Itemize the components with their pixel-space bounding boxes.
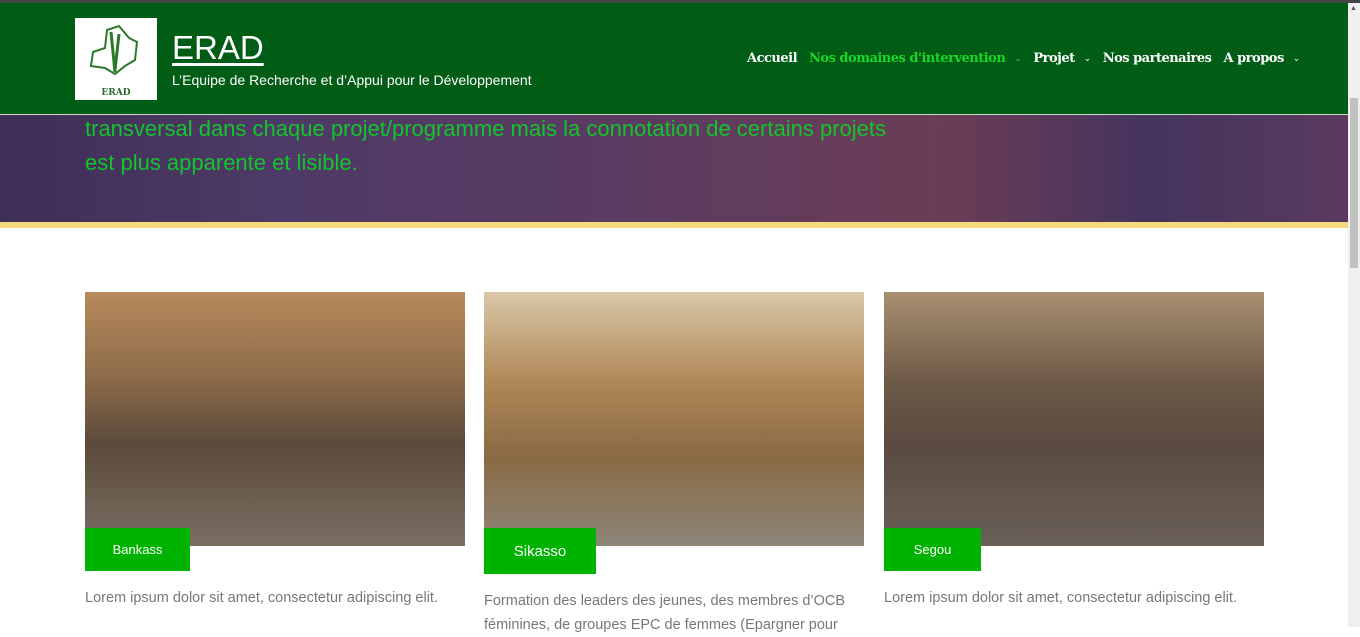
scrollbar-thumb[interactable] [1350, 98, 1358, 268]
logo-text: ERAD [101, 88, 131, 98]
scroll-up-icon[interactable]: ▲ [1350, 5, 1357, 12]
card-photo [884, 292, 1264, 546]
nav-label: Nos partenaires [1102, 51, 1212, 66]
map-logo-icon [89, 24, 139, 76]
nav-apropos[interactable]: A propos ⌄ [1223, 51, 1301, 66]
card-bankass[interactable] [85, 292, 465, 546]
nav-partenaires[interactable]: Nos partenaires [1103, 51, 1212, 66]
nav-label: Projet [1033, 51, 1075, 66]
card-photo [85, 292, 465, 546]
card-description: Formation des leaders des jeunes, des me… [484, 593, 846, 633]
site-title[interactable]: ERAD [172, 29, 264, 67]
chevron-down-icon: ⌄ [1083, 53, 1092, 64]
site-header: ERAD ERAD L’Equipe de Recherche et d’App… [0, 3, 1348, 115]
card-label[interactable]: Segou [884, 528, 981, 571]
nav-label: Nos domaines d'intervention [809, 51, 1006, 66]
nav-label: Accueil [747, 51, 798, 66]
card-label[interactable]: Bankass [85, 528, 190, 571]
site-logo[interactable]: ERAD [75, 18, 157, 100]
card-description: Lorem ipsum dolor sit amet, consectetur … [85, 590, 438, 606]
hero-text: transversal dans chaque projet/programme… [85, 116, 886, 175]
nav-accueil[interactable]: Accueil [747, 51, 798, 66]
hero-banner: transversal dans chaque projet/programme… [0, 115, 1348, 222]
hero-divider [0, 222, 1348, 228]
card-photo [484, 292, 864, 546]
card-label[interactable]: Sikasso [484, 528, 596, 574]
scrollbar[interactable]: ▲ [1348, 3, 1360, 627]
nav-domaines[interactable]: Nos domaines d'intervention ⌄ [809, 51, 1022, 66]
card-description: Lorem ipsum dolor sit amet, consectetur … [884, 590, 1237, 606]
card-segou[interactable] [884, 292, 1264, 546]
site-tagline: L’Equipe de Recherche et d’Appui pour le… [172, 72, 532, 88]
chevron-down-icon: ⌄ [1014, 53, 1022, 64]
card-sikasso[interactable] [484, 292, 864, 546]
nav-label: A propos [1223, 51, 1284, 66]
main-nav: Accueil Nos domaines d'intervention ⌄ Pro… [747, 51, 1300, 66]
nav-projet[interactable]: Projet ⌄ [1033, 51, 1092, 66]
chevron-down-icon: ⌄ [1292, 53, 1301, 64]
